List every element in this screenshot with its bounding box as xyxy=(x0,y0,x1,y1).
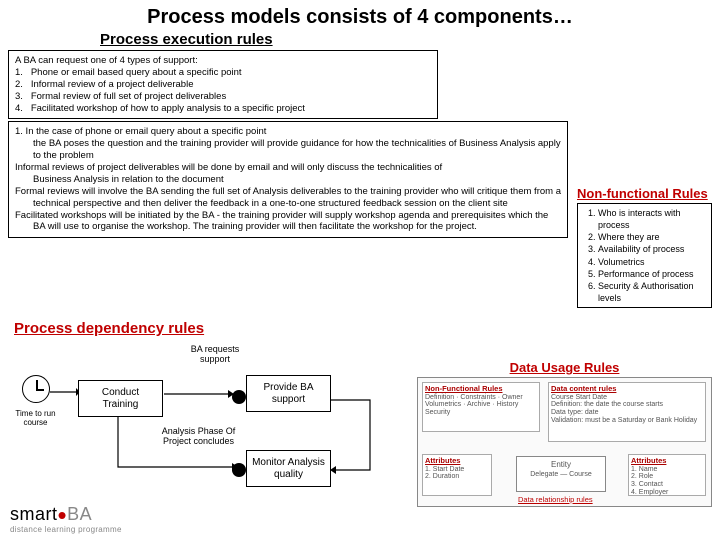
brand-logo: smart•BA distance learning programme xyxy=(10,504,122,534)
exec-item-2: 2. Informal review of a project delivera… xyxy=(15,79,431,91)
nf-item: Where they are xyxy=(598,231,707,243)
nf-box: Who is interacts with process Where they… xyxy=(577,203,712,308)
dep-heading: Process dependency rules xyxy=(14,320,204,337)
du-entity: EntityDelegate — Course xyxy=(516,456,606,492)
du-content-rules: Data content rulesCourse Start DateDefin… xyxy=(548,382,706,442)
nf-heading: Non-functional Rules xyxy=(577,186,712,201)
data-usage-panel: Non-Functional RulesDefinition · Constra… xyxy=(417,377,712,507)
exec-item-3: 3. Formal review of full set of project … xyxy=(15,91,431,103)
detail-p4: Facilitated workshops will be initiated … xyxy=(15,210,561,234)
exec-intro-text: A BA can request one of 4 types of suppo… xyxy=(15,55,431,67)
nf-item: Who is interacts with process xyxy=(598,207,707,231)
logo-text-2: BA xyxy=(67,504,92,524)
detail-p1b: the BA poses the question and the traini… xyxy=(15,138,561,162)
nf-item: Performance of process xyxy=(598,268,707,280)
exec-heading: Process execution rules xyxy=(100,31,720,48)
page-title: Process models consists of 4 components… xyxy=(0,0,720,29)
logo-text-1: smart xyxy=(10,504,58,524)
logo-dot-icon: • xyxy=(58,500,68,530)
detail-p3: Formal reviews will involve the BA sendi… xyxy=(15,186,561,210)
nf-item: Volumetrics xyxy=(598,256,707,268)
detail-p1a: 1. In the case of phone or email query a… xyxy=(15,126,561,138)
du-relationship-label: Data relationship rules xyxy=(518,495,593,504)
connector-dot xyxy=(232,390,246,404)
nonfunctional-section: Non-functional Rules Who is interacts wi… xyxy=(577,186,712,308)
conduct-training-node: Conduct Training xyxy=(78,380,163,417)
detail-p2a: Informal reviews of project deliverables… xyxy=(15,162,561,174)
dependency-diagram: Time to run course Conduct Training BA r… xyxy=(8,345,408,500)
time-label: Time to run course xyxy=(8,410,63,428)
detail-p2b: Business Analysis in relation to the doc… xyxy=(15,174,561,186)
du-attributes-left: Attributes1. Start Date2. Duration xyxy=(422,454,492,496)
data-usage-section: Data Usage Rules Non-Functional RulesDef… xyxy=(417,360,712,507)
connector-dot xyxy=(232,463,246,477)
exec-item-4: 4. Facilitated workshop of how to apply … xyxy=(15,103,431,115)
nf-item: Security & Authorisation levels xyxy=(598,280,707,304)
monitor-quality-node: Monitor Analysis quality xyxy=(246,450,331,487)
exec-detail-box: 1. In the case of phone or email query a… xyxy=(8,121,568,238)
provide-support-node: Provide BA support xyxy=(246,375,331,412)
du-nonfunctional: Non-Functional RulesDefinition · Constra… xyxy=(422,382,540,432)
data-usage-heading: Data Usage Rules xyxy=(417,360,712,375)
exec-item-1: 1. Phone or email based query about a sp… xyxy=(15,67,431,79)
clock-icon xyxy=(22,375,50,403)
du-attributes-right: Attributes1. Name2. Role3. Contact4. Emp… xyxy=(628,454,706,496)
ba-requests-label: BA requests support xyxy=(180,345,250,365)
exec-intro-box: A BA can request one of 4 types of suppo… xyxy=(8,50,438,119)
nf-item: Availability of process xyxy=(598,243,707,255)
